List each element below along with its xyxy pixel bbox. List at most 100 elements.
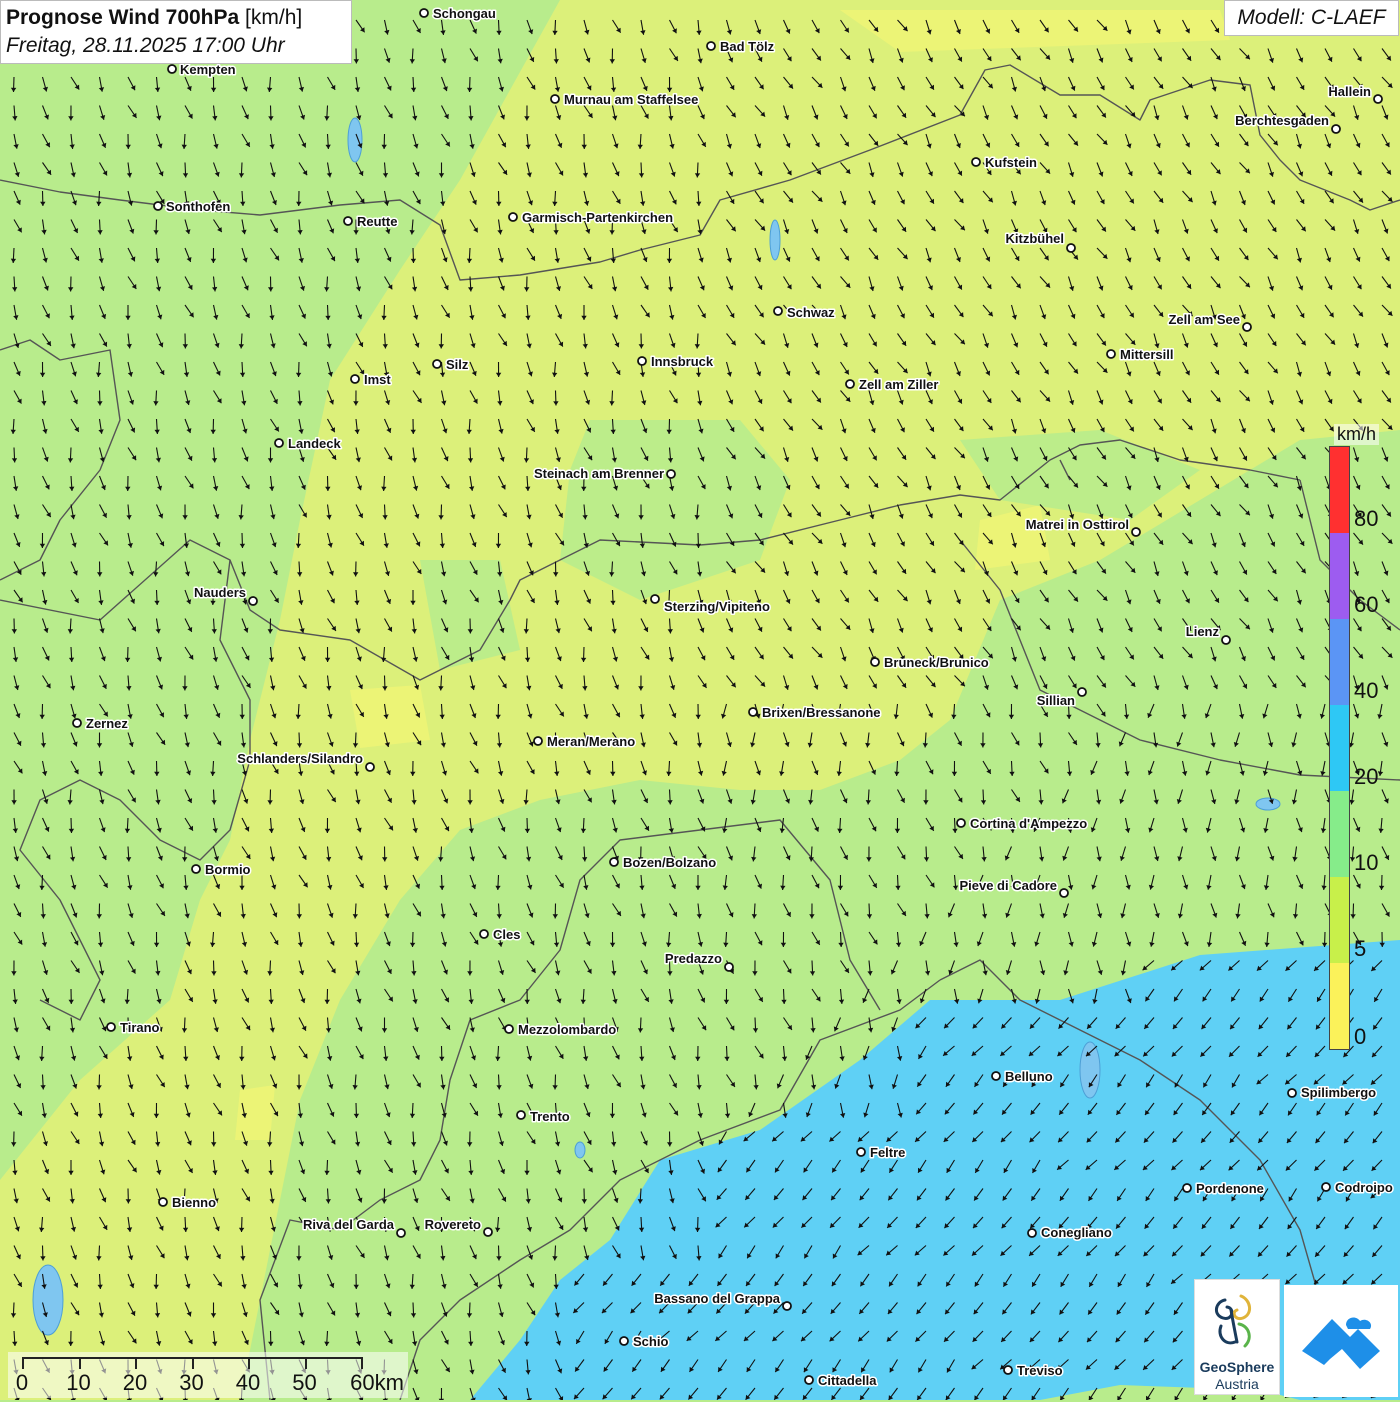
city-dot xyxy=(509,213,517,221)
city-dot xyxy=(638,357,646,365)
scale-label: 40 xyxy=(236,1370,260,1396)
city-dot xyxy=(972,158,980,166)
legend-tick-label: 5 xyxy=(1350,938,1366,960)
city-label: Treviso xyxy=(1017,1363,1063,1378)
city-label: Sonthofen xyxy=(166,199,230,214)
city-dot xyxy=(107,1023,115,1031)
city-marker: Mezzolombardo xyxy=(505,1022,616,1037)
austria-text: Austria xyxy=(1195,1376,1279,1392)
city-label: Imst xyxy=(364,372,391,387)
legend-tick-label: 10 xyxy=(1350,852,1378,874)
city-dot xyxy=(957,819,965,827)
city-label: Cortina d'Ampezzo xyxy=(970,816,1087,831)
legend-tick-label: 20 xyxy=(1350,766,1378,788)
geosphere-text: GeoSphere xyxy=(1195,1359,1279,1375)
color-legend: 80 60 40 20 10 5 0 xyxy=(1329,446,1386,1050)
city-dot xyxy=(1067,244,1075,252)
city-dot xyxy=(1183,1184,1191,1192)
city-dot xyxy=(1288,1089,1296,1097)
city-dot xyxy=(667,470,675,478)
city-dot xyxy=(351,375,359,383)
scale-label: 0 xyxy=(16,1370,28,1396)
city-dot xyxy=(774,307,782,315)
city-label: Rovereto xyxy=(425,1217,481,1232)
scale-label: 10 xyxy=(66,1370,90,1396)
city-dot xyxy=(344,217,352,225)
city-label: Sillian xyxy=(1037,693,1075,708)
city-label: Pordenone xyxy=(1196,1181,1264,1196)
app-logo xyxy=(1284,1285,1398,1397)
city-marker: Pordenone xyxy=(1183,1181,1264,1196)
city-dot xyxy=(1374,95,1382,103)
city-dot xyxy=(1004,1366,1012,1374)
city-dot xyxy=(871,658,879,666)
city-dot xyxy=(620,1337,628,1345)
city-label: Bozen/Bolzano xyxy=(623,855,716,870)
city-label: Landeck xyxy=(288,436,342,451)
legend-segment xyxy=(1330,791,1349,877)
city-label: Sterzing/Vipiteno xyxy=(664,599,770,614)
city-dot xyxy=(749,708,757,716)
city-dot xyxy=(159,1198,167,1206)
scale-label: 30 xyxy=(179,1370,203,1396)
city-dot xyxy=(651,595,659,603)
legend-tick-label: 60 xyxy=(1350,594,1378,616)
city-dot xyxy=(551,95,559,103)
city-marker: Spilimbergo xyxy=(1288,1085,1376,1100)
city-marker: Steinach am Brenner xyxy=(534,466,675,481)
city-label: Belluno xyxy=(1005,1069,1053,1084)
city-label: Zell am See xyxy=(1168,312,1240,327)
scale-label: 20 xyxy=(123,1370,147,1396)
geosphere-swirl-icon xyxy=(1195,1280,1279,1358)
city-marker: Bruneck/Brunico xyxy=(871,655,989,670)
city-label: Mezzolombardo xyxy=(518,1022,616,1037)
scale-tick xyxy=(135,1357,137,1369)
legend-tick-label: 0 xyxy=(1350,1026,1366,1048)
city-dot xyxy=(1028,1229,1036,1237)
city-label: Berchtesgaden xyxy=(1235,113,1329,128)
city-dot xyxy=(1243,323,1251,331)
city-marker: Sonthofen xyxy=(154,199,230,214)
city-label: Kempten xyxy=(180,62,236,77)
city-label: Steinach am Brenner xyxy=(534,466,664,481)
scale-tick xyxy=(305,1357,307,1369)
scale-tick xyxy=(79,1357,81,1369)
city-marker: Zell am Ziller xyxy=(846,377,938,392)
city-dot xyxy=(480,930,488,938)
city-marker: Cortina d'Ampezzo xyxy=(957,816,1087,831)
scale-tick xyxy=(22,1357,24,1369)
city-dot xyxy=(846,380,854,388)
city-dot xyxy=(707,42,715,50)
city-label: Spilimbergo xyxy=(1301,1085,1376,1100)
wind-map: SchongauBad TölzKemptenMurnau am Staffel… xyxy=(0,0,1400,1400)
city-label: Feltre xyxy=(870,1145,905,1160)
city-label: Innsbruck xyxy=(651,354,714,369)
city-dot xyxy=(517,1111,525,1119)
city-label: Bassano del Grappa xyxy=(654,1291,780,1306)
city-label: Zell am Ziller xyxy=(859,377,938,392)
legend-segment xyxy=(1330,877,1349,963)
city-marker: Murnau am Staffelsee xyxy=(551,92,698,107)
legend-color-bar xyxy=(1329,446,1350,1050)
city-dot xyxy=(484,1228,492,1236)
city-dot xyxy=(420,9,428,17)
city-label: Bruneck/Brunico xyxy=(884,655,989,670)
city-label: Cles xyxy=(493,927,520,942)
city-label: Bormio xyxy=(205,862,251,877)
city-dot xyxy=(805,1376,813,1384)
city-label: Schlanders/Silandro xyxy=(237,751,363,766)
city-dot xyxy=(783,1302,791,1310)
city-dot xyxy=(1107,350,1115,358)
legend-tick-label: 80 xyxy=(1350,508,1378,530)
city-marker: Meran/Merano xyxy=(534,734,635,749)
scale-bar: 0102030405060km xyxy=(8,1352,408,1398)
legend-segment xyxy=(1330,533,1349,619)
city-dot xyxy=(249,597,257,605)
city-label: Tirano xyxy=(120,1020,160,1035)
city-dot xyxy=(725,963,733,971)
city-dot xyxy=(534,737,542,745)
city-marker: Garmisch-Partenkirchen xyxy=(509,210,673,225)
city-dot xyxy=(433,360,441,368)
legend-tick-label: 40 xyxy=(1350,680,1378,702)
city-label: Pieve di Cadore xyxy=(959,878,1057,893)
